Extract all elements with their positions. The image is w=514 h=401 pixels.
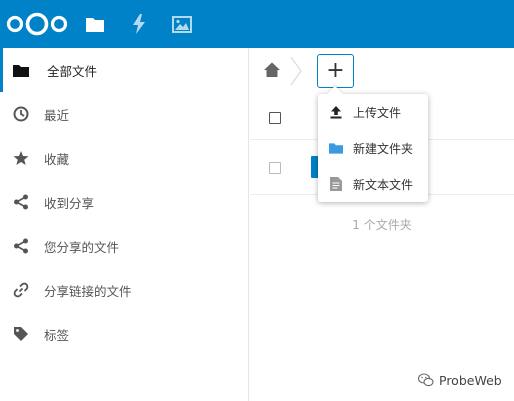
plus-icon: + — [326, 58, 345, 83]
share-icon — [13, 238, 29, 254]
home-icon[interactable] — [263, 61, 281, 79]
menu-item-upload-file[interactable]: 上传文件 — [318, 94, 428, 130]
wechat-icon — [418, 373, 434, 387]
sidebar-item-favorites[interactable]: 收藏 — [0, 136, 249, 180]
folder-icon — [86, 17, 104, 32]
link-icon — [13, 282, 29, 298]
menu-item-label: 上传文件 — [353, 105, 402, 120]
sidebar-item-label: 收藏 — [44, 151, 70, 167]
top-header — [0, 0, 514, 48]
image-icon — [172, 15, 192, 33]
sidebar-item-shared-with-you[interactable]: 收到分享 — [0, 180, 249, 224]
watermark: ProbeWeb — [418, 370, 502, 390]
breadcrumb-separator-icon — [290, 56, 302, 86]
upload-icon — [329, 105, 343, 119]
folder-icon — [13, 62, 29, 78]
sidebar-item-label: 分享链接的文件 — [44, 283, 132, 299]
menu-item-new-folder[interactable]: 新建文件夹 — [318, 130, 428, 166]
new-item-menu: 上传文件 新建文件夹 新文本文件 — [318, 94, 428, 202]
sidebar-item-label: 全部文件 — [47, 63, 98, 79]
tag-icon — [13, 326, 29, 342]
menu-item-label: 新文本文件 — [353, 177, 414, 192]
file-count-summary: 1 个文件夹 — [352, 218, 412, 232]
share-icon — [13, 194, 29, 210]
nextcloud-logo-icon[interactable] — [6, 12, 68, 36]
sidebar-item-shared-by-you[interactable]: 您分享的文件 — [0, 224, 249, 268]
sidebar-item-tags[interactable]: 标签 — [0, 312, 249, 356]
folder-icon — [329, 141, 343, 155]
watermark-text: ProbeWeb — [439, 372, 502, 388]
sidebar-item-label: 收到分享 — [44, 195, 95, 211]
menu-item-new-text-file[interactable]: 新文本文件 — [318, 166, 428, 202]
app-gallery-button[interactable] — [170, 12, 194, 36]
sidebar-item-all-files[interactable]: 全部文件 — [0, 48, 249, 92]
sidebar-item-label: 标签 — [44, 327, 70, 343]
app-files-button[interactable] — [83, 12, 107, 36]
clock-icon — [13, 106, 29, 122]
menu-item-label: 新建文件夹 — [353, 141, 414, 156]
add-new-button[interactable]: + — [317, 54, 354, 88]
sidebar: 全部文件 最近 收藏 收到分享 您分享的文件 分享链接的文件 标签 — [0, 48, 249, 401]
sidebar-item-label: 您分享的文件 — [44, 239, 120, 255]
select-all-checkbox[interactable] — [269, 112, 281, 124]
row-checkbox[interactable] — [269, 162, 281, 174]
lightning-icon — [133, 14, 145, 34]
sidebar-item-shared-by-link[interactable]: 分享链接的文件 — [0, 268, 249, 312]
text-file-icon — [329, 177, 343, 191]
sidebar-item-label: 最近 — [44, 107, 70, 123]
sidebar-item-recent[interactable]: 最近 — [0, 92, 249, 136]
star-icon — [13, 150, 29, 166]
app-activity-button[interactable] — [127, 12, 151, 36]
